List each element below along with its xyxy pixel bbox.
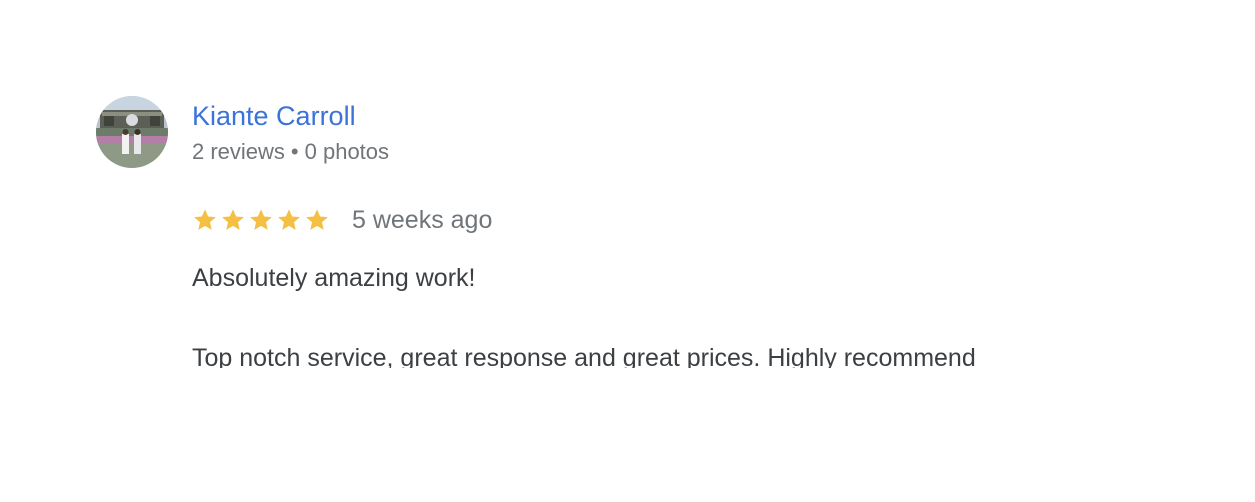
avatar-photo bbox=[96, 96, 168, 168]
reviewer-meta: 2 reviews • 0 photos bbox=[192, 139, 389, 165]
star-icon bbox=[222, 209, 244, 230]
rating-row: 5 weeks ago bbox=[192, 203, 492, 237]
reviewer-avatar[interactable] bbox=[96, 96, 168, 168]
reviewer-name-link[interactable]: Kiante Carroll bbox=[192, 100, 356, 132]
star-icon bbox=[194, 209, 216, 230]
star-icon bbox=[306, 209, 328, 230]
review-card: Kiante Carroll 2 reviews • 0 photos 5 week… bbox=[0, 0, 1255, 502]
review-text: Absolutely amazing work! Top notch servi… bbox=[192, 260, 1172, 368]
star-icon bbox=[250, 209, 272, 230]
photos-count: 0 photos bbox=[304, 139, 390, 164]
star-rating bbox=[192, 207, 330, 233]
star-icon bbox=[278, 209, 300, 230]
reviews-count: 2 reviews bbox=[192, 139, 285, 164]
review-text-line: Absolutely amazing work! bbox=[192, 264, 476, 292]
meta-separator: • bbox=[290, 139, 299, 164]
review-date: 5 weeks ago bbox=[352, 206, 493, 234]
review-text-line: Top notch service, great response and gr… bbox=[192, 344, 976, 368]
